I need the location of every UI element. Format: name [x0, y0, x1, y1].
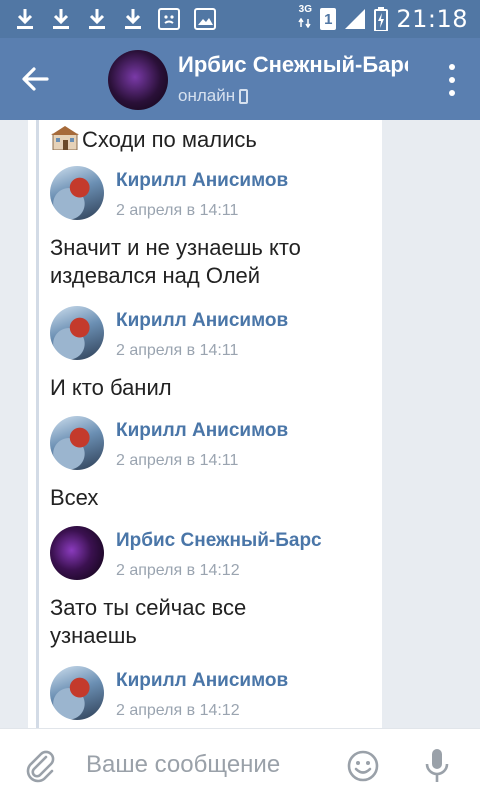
dot — [449, 77, 455, 83]
message-date: 2 апреля в 14:12 — [116, 562, 240, 579]
microphone-icon — [425, 749, 449, 782]
download-icon — [84, 6, 110, 32]
image-icon — [192, 6, 218, 32]
message-date: 2 апреля в 14:12 — [116, 702, 240, 719]
network-indicator: 3G — [298, 5, 312, 33]
clock: 21:18 — [396, 5, 468, 33]
message-text: Сходи по мались — [50, 124, 257, 154]
avatar[interactable] — [50, 306, 104, 360]
sim-badge: 1 — [320, 8, 337, 30]
online-status: онлайн — [178, 86, 249, 106]
notification-icons — [12, 6, 218, 32]
battery-charging-icon — [374, 7, 389, 31]
attach-button[interactable] — [22, 747, 58, 783]
status-bar: 3G 1 21:18 — [0, 0, 480, 38]
message-text: Всех — [50, 485, 99, 510]
smiley-icon — [347, 750, 379, 782]
church-emoji — [51, 126, 79, 150]
dot — [449, 64, 455, 70]
screenshot-icon — [156, 6, 182, 32]
composer: Ваше сообщение — [0, 728, 480, 800]
download-icon — [120, 6, 146, 32]
author-name[interactable]: Ирбис Снежный-Барс — [116, 530, 322, 552]
message-date: 2 апреля в 14:11 — [116, 202, 239, 219]
mobile-icon — [239, 88, 249, 104]
paperclip-icon — [26, 750, 55, 783]
forward-bar — [36, 120, 39, 728]
message-date: 2 апреля в 14:11 — [116, 342, 239, 359]
chat-header: Ирбис Снежный-Барс онлайн — [0, 38, 480, 120]
emoji-button[interactable] — [346, 749, 380, 783]
author-name[interactable]: Кирилл Анисимов — [116, 310, 288, 332]
author-name[interactable]: Кирилл Анисимов — [116, 420, 288, 442]
contact-name[interactable]: Ирбис Снежный-Барс — [178, 52, 408, 78]
data-arrows-icon — [298, 17, 311, 29]
avatar[interactable] — [50, 526, 104, 580]
system-icons: 3G 1 21:18 — [298, 5, 468, 34]
message-text: Значит и не узнаешь кто издевался над Ол… — [50, 235, 301, 288]
download-icon — [48, 6, 74, 32]
author-name[interactable]: Кирилл Анисимов — [116, 170, 288, 192]
signal-icon — [345, 9, 366, 29]
message-text: Зато ты сейчас все узнаешь — [50, 595, 247, 648]
avatar[interactable] — [50, 166, 104, 220]
more-options-button[interactable] — [444, 64, 460, 96]
avatar[interactable] — [50, 666, 104, 720]
author-name[interactable]: Кирилл Анисимов — [116, 670, 288, 692]
avatar[interactable] — [50, 416, 104, 470]
download-icon — [12, 6, 38, 32]
voice-message-button[interactable] — [424, 747, 450, 785]
message-list[interactable]: Сходи по мались Кирилл Анисимов 2 апреля… — [0, 120, 480, 728]
back-button[interactable] — [14, 58, 56, 100]
message-text: И кто банил — [50, 375, 172, 400]
message-date: 2 апреля в 14:11 — [116, 452, 239, 469]
contact-avatar[interactable] — [108, 50, 168, 110]
dot — [449, 90, 455, 96]
arrow-back-icon — [22, 67, 49, 91]
message-input[interactable]: Ваше сообщение — [86, 751, 280, 779]
